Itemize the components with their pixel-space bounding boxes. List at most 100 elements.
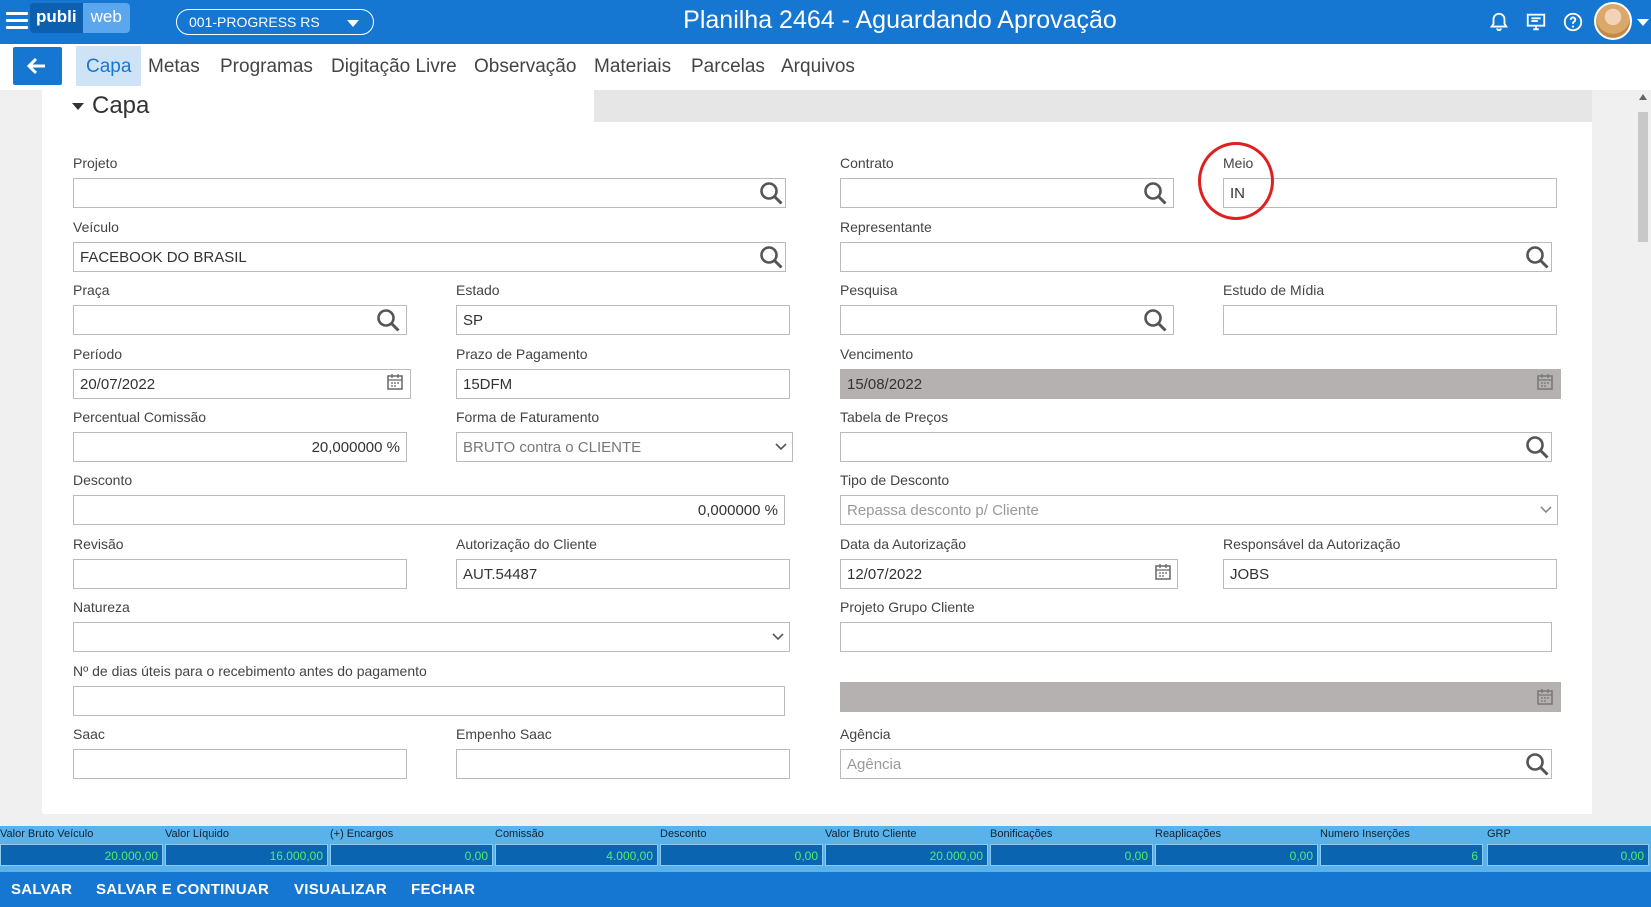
search-icon[interactable]	[758, 180, 786, 208]
total-label: GRP	[1487, 828, 1511, 840]
saac-input[interactable]	[73, 749, 407, 779]
prazo-pagamento-input[interactable]: 15DFM	[456, 369, 790, 399]
estado-label: Estado	[456, 282, 500, 298]
menu-icon[interactable]	[6, 12, 28, 32]
tab-capa[interactable]: Capa	[76, 46, 142, 86]
vencimento-label: Vencimento	[840, 346, 914, 362]
tab-arquivos[interactable]: Arquivos	[771, 46, 865, 86]
chevron-down-icon	[1540, 506, 1552, 514]
section-toggle[interactable]: Capa	[72, 92, 149, 120]
projeto-input[interactable]	[73, 178, 786, 208]
total-label: Desconto	[660, 828, 707, 840]
company-selector[interactable]: 001-PROGRESS RS	[176, 9, 374, 35]
search-icon[interactable]	[1142, 180, 1170, 208]
total-value: 20.000,00	[825, 844, 988, 866]
save-button[interactable]: SALVAR	[11, 881, 72, 898]
help-icon[interactable]	[1562, 11, 1584, 33]
contrato-input[interactable]	[840, 178, 1174, 208]
save-and-continue-button[interactable]: SALVAR E CONTINUAR	[96, 881, 269, 898]
total-cell: GRP 0,00	[1487, 826, 1649, 872]
page-title: Planilha 2464 - Aguardando Aprovação	[683, 6, 1117, 34]
search-icon[interactable]	[375, 307, 403, 335]
logo-right: web	[82, 3, 130, 33]
pesquisa-label: Pesquisa	[840, 282, 898, 298]
tabela-precos-input[interactable]	[840, 432, 1552, 462]
responsavel-autorizacao-input[interactable]: JOBS	[1223, 559, 1557, 589]
section-header-bar	[594, 90, 1592, 122]
vertical-scrollbar[interactable]	[1635, 90, 1651, 826]
caret-down-icon	[72, 103, 84, 111]
veiculo-label: Veículo	[73, 219, 119, 235]
search-icon[interactable]	[1524, 434, 1552, 462]
estudo-midia-input[interactable]	[1223, 305, 1557, 335]
calendar-icon[interactable]	[386, 373, 404, 391]
responsavel-autorizacao-label: Responsável da Autorização	[1223, 536, 1401, 552]
tipo-desconto-select[interactable]: Repassa desconto p/ Cliente	[840, 495, 1558, 525]
top-bar: publi web 001-PROGRESS RS Planilha 2464 …	[0, 0, 1651, 44]
search-icon[interactable]	[1142, 307, 1170, 335]
highlight-circle	[1198, 142, 1274, 220]
close-button[interactable]: FECHAR	[411, 881, 475, 898]
tab-parcelas[interactable]: Parcelas	[681, 46, 775, 86]
calendar-icon[interactable]	[1154, 563, 1172, 581]
dias-uteis-input[interactable]	[73, 686, 785, 716]
footer-bar: SALVAR SALVAR E CONTINUAR VISUALIZAR FEC…	[0, 872, 1651, 907]
revisao-input[interactable]	[73, 559, 407, 589]
scroll-up-icon[interactable]	[1639, 94, 1647, 100]
totals-bar: Valor Bruto Veículo 20.000,00 Valor Líqu…	[0, 826, 1651, 872]
empenho-saac-input[interactable]	[456, 749, 790, 779]
saac-label: Saac	[73, 726, 105, 742]
autorizacao-cliente-input[interactable]: AUT.54487	[456, 559, 790, 589]
total-label: Comissão	[495, 828, 544, 840]
avatar[interactable]	[1594, 2, 1632, 40]
scrollbar-thumb[interactable]	[1638, 112, 1648, 242]
total-cell: (+) Encargos 0,00	[330, 826, 493, 872]
total-cell: Bonificações 0,00	[990, 826, 1153, 872]
back-button[interactable]	[13, 47, 62, 85]
search-icon[interactable]	[758, 244, 786, 272]
tab-observacao[interactable]: Observação	[464, 46, 586, 86]
projeto-grupo-cliente-input[interactable]	[840, 622, 1552, 652]
vencimento-input: 15/08/2022	[840, 369, 1561, 399]
total-value: 0,00	[990, 844, 1153, 866]
calendar-icon	[1537, 689, 1553, 705]
total-label: Valor Líquido	[165, 828, 230, 840]
natureza-select[interactable]	[73, 622, 790, 652]
bell-icon[interactable]	[1488, 11, 1510, 33]
search-icon[interactable]	[1524, 244, 1552, 272]
percentual-comissao-label: Percentual Comissão	[73, 409, 207, 425]
praca-input[interactable]	[73, 305, 407, 335]
total-value: 0,00	[1487, 844, 1649, 866]
total-value: 16.000,00	[165, 844, 328, 866]
total-cell: Desconto 0,00	[660, 826, 823, 872]
chevron-down-icon[interactable]	[1637, 19, 1649, 26]
total-label: Valor Bruto Cliente	[825, 828, 917, 840]
search-icon[interactable]	[1524, 751, 1552, 779]
estado-input[interactable]: SP	[456, 305, 790, 335]
prazo-pagamento-label: Prazo de Pagamento	[456, 346, 588, 362]
tab-metas[interactable]: Metas	[138, 46, 210, 86]
agencia-label: Agência	[840, 726, 891, 742]
total-value: 0,00	[330, 844, 493, 866]
total-value: 6	[1320, 844, 1483, 866]
forma-faturamento-select[interactable]: BRUTO contra o CLIENTE	[456, 432, 793, 462]
pesquisa-input[interactable]	[840, 305, 1174, 335]
tab-digitacao-livre[interactable]: Digitação Livre	[321, 46, 467, 86]
tab-programas[interactable]: Programas	[210, 46, 323, 86]
total-cell: Valor Bruto Cliente 20.000,00	[825, 826, 988, 872]
monitor-icon[interactable]	[1525, 11, 1547, 33]
tab-materiais[interactable]: Materiais	[584, 46, 681, 86]
date-disabled-input	[840, 682, 1561, 712]
total-cell: Comissão 4.000,00	[495, 826, 658, 872]
desconto-input[interactable]: 0,000000 %	[73, 495, 785, 525]
agencia-input[interactable]: Agência	[840, 749, 1552, 779]
total-value: 0,00	[1155, 844, 1318, 866]
representante-input[interactable]	[840, 242, 1552, 272]
veiculo-input[interactable]: FACEBOOK DO BRASIL	[73, 242, 786, 272]
periodo-input[interactable]: 20/07/2022	[73, 369, 411, 399]
total-cell: Reaplicações 0,00	[1155, 826, 1318, 872]
view-button[interactable]: VISUALIZAR	[294, 881, 387, 898]
logo[interactable]: publi web	[30, 3, 130, 33]
percentual-comissao-input[interactable]: 20,000000 %	[73, 432, 407, 462]
data-autorizacao-input[interactable]: 12/07/2022	[840, 559, 1178, 589]
